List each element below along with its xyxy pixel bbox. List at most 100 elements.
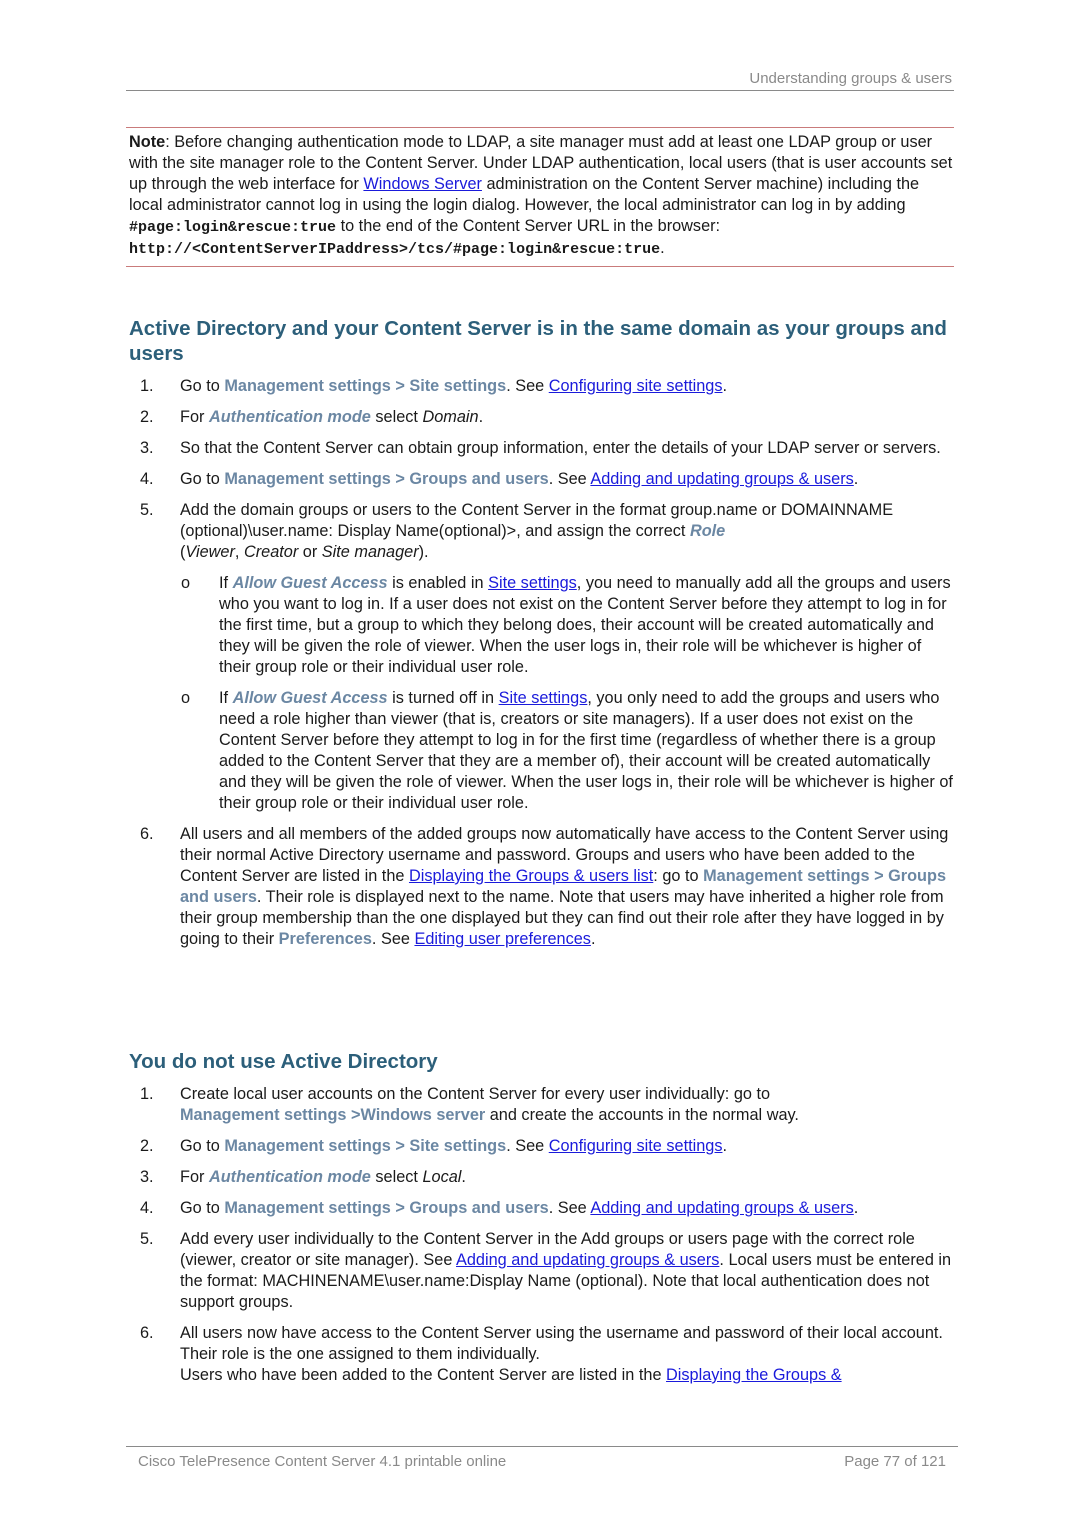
step-number: 1. [140,1085,154,1103]
sub-list: o If Allow Guest Access is enabled in Si… [180,573,955,814]
step-number: 3. [140,439,154,457]
step-number: 6. [140,1324,154,1342]
step-text: : go to [653,867,704,885]
step-text: Users who have been added to the Content… [180,1366,667,1384]
code-url: http://<ContentServerIPaddress>/tcs/#pag… [129,241,661,258]
page-number: Page 77 of 121 [844,1453,946,1470]
note-box: Note: Before changing authentication mod… [126,127,954,267]
step-text: . See [371,930,415,948]
link-adding-updating-groups[interactable]: Adding and updating groups & users [590,470,853,488]
step-number: 3. [140,1168,154,1186]
step-text: Go to [180,1137,225,1155]
section-no-active-directory: You do not use Active Directory 1. Creat… [129,1049,955,1386]
step-number: 5. [140,1230,154,1248]
bullet-icon: o [181,689,191,707]
step-number: 6. [140,825,154,843]
ui-path: Management settings > Groups and users [224,1199,549,1217]
step-text: Add the domain groups or users to the Co… [180,501,894,540]
link-displaying-groups-users[interactable]: Displaying the Groups & [666,1366,842,1384]
ui-field: Allow Guest Access [232,574,388,592]
link-editing-user-preferences[interactable]: Editing user preferences [414,930,590,948]
ui-field: Role [689,522,726,540]
step-text: . See [548,470,591,488]
step-text: Go to [180,377,225,395]
list-item: 6. All users and all members of the adde… [129,824,955,950]
section-heading: Active Directory and your Content Server… [129,317,947,365]
link-site-settings[interactable]: Site settings [499,689,588,707]
step-number: 2. [140,1137,154,1155]
ui-field: Authentication mode [208,408,371,426]
step-text: is enabled in [387,574,489,592]
list-item: 3. So that the Content Server can obtain… [129,438,955,459]
step-text: select [370,1168,423,1186]
step-text: If [219,689,233,707]
step-number: 1. [140,377,154,395]
ui-path: Management settings > Site settings [224,1137,507,1155]
step-text: . [478,408,484,426]
step-text: , you only need to add the groups and us… [219,689,953,812]
step-text: ). [418,543,429,561]
step-number: 2. [140,408,154,426]
list-item: 6. All users now have access to the Cont… [129,1323,955,1386]
step-text: . [461,1168,466,1186]
link-adding-updating-groups[interactable]: Adding and updating groups & users [456,1251,719,1269]
link-windows-server[interactable]: Windows Server [363,175,482,193]
list-item: 1. Go to Management settings > Site sett… [129,376,955,397]
step-text: is turned off in [387,689,499,707]
ui-field: Allow Guest Access [232,689,388,707]
header-divider [126,90,954,91]
option-value: Domain [422,408,479,426]
list-item: 5. Add every user individually to the Co… [129,1229,955,1313]
section-heading: You do not use Active Directory [129,1050,438,1073]
step-text: . [853,470,859,488]
step-text: If [219,574,233,592]
section-active-directory: Active Directory and your Content Server… [129,316,955,950]
code-fragment: #page:login&rescue:true [129,219,337,236]
footer-divider [126,1446,958,1447]
link-adding-updating-groups[interactable]: Adding and updating groups & users [590,1199,853,1217]
list-item: 3. For Authentication mode select Local. [129,1167,955,1188]
step-text: . See [506,377,549,395]
list-item: 2. For Authentication mode select Domain… [129,407,955,428]
step-text: So that the Content Server can obtain gr… [180,439,941,457]
link-displaying-groups-users-list[interactable]: Displaying the Groups & users list [409,867,653,885]
ui-field: Authentication mode [208,1168,371,1186]
sub-list-item: o If Allow Guest Access is turned off in… [180,688,955,814]
note-text: to the end of the Content Server URL in … [336,217,721,235]
step-text: and create the accounts in the normal wa… [485,1106,799,1124]
step-text: , [234,543,244,561]
ui-path: Preferences [278,930,372,948]
note-text: . [660,239,665,257]
step-text: or [298,543,322,561]
list-item: 2. Go to Management settings > Site sett… [129,1136,955,1157]
step-text: For [180,408,209,426]
footer-doc-title: Cisco TelePresence Content Server 4.1 pr… [138,1453,507,1470]
role-name: Viewer [185,543,235,561]
step-number: 4. [140,1199,154,1217]
step-text: . See [506,1137,549,1155]
step-number: 5. [140,501,154,519]
role-name: Site manager [321,543,419,561]
step-text: . [722,1137,728,1155]
link-configuring-site-settings[interactable]: Configuring site settings [549,1137,723,1155]
bullet-icon: o [181,574,191,592]
steps-list: 1. Go to Management settings > Site sett… [129,376,955,950]
step-text: Go to [180,1199,225,1217]
step-text: . [590,930,596,948]
step-text: All users now have access to the Content… [180,1324,943,1363]
ui-path: Management settings >Windows server [180,1106,486,1124]
sub-list-item: o If Allow Guest Access is enabled in Si… [180,573,955,678]
step-text: . [853,1199,859,1217]
step-text: . See [548,1199,591,1217]
step-text: Go to [180,470,225,488]
step-number: 4. [140,470,154,488]
option-value: Local [422,1168,462,1186]
list-item: 1. Create local user accounts on the Con… [129,1084,955,1126]
list-item: 5. Add the domain groups or users to the… [129,500,955,814]
note-label: Note [129,133,166,151]
steps-list: 1. Create local user accounts on the Con… [129,1084,955,1386]
link-configuring-site-settings[interactable]: Configuring site settings [549,377,723,395]
link-site-settings[interactable]: Site settings [488,574,577,592]
document-page: Understanding groups & users Note: Befor… [0,0,1080,1527]
running-header: Understanding groups & users [749,70,952,87]
